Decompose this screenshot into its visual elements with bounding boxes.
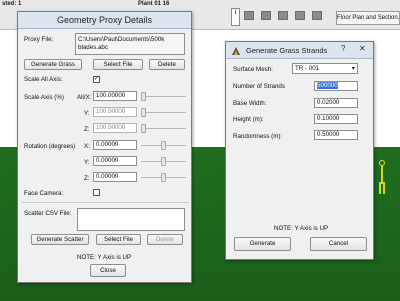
toolbar-plant-text: Plant 01 16 — [138, 1, 170, 7]
dialog-title: Generate Grass Strands — [226, 42, 373, 59]
cancel-button[interactable]: Cancel — [310, 237, 367, 251]
scale-z-slider[interactable] — [141, 124, 146, 133]
height-input[interactable]: 0.10000 — [314, 114, 358, 124]
randomness-input[interactable]: 0.50000 — [314, 130, 358, 140]
scale-z-label: Z: — [84, 126, 90, 133]
info-icon[interactable]: i — [231, 8, 240, 26]
scale-x-slider[interactable] — [141, 92, 146, 101]
rotation-label: Rotation (degrees) — [24, 143, 76, 150]
generate-grass-button[interactable]: Generate Grass — [24, 59, 82, 70]
help-icon[interactable]: ? — [341, 44, 345, 53]
scale-y-slider[interactable] — [141, 108, 146, 117]
toolbar-icon-5[interactable] — [312, 11, 322, 20]
scatter-csv-label: Scatter CSV File: — [24, 210, 72, 217]
scale-y-label: Y: — [84, 110, 90, 117]
rotation-z-input[interactable]: 0.00000 — [93, 172, 137, 182]
close-icon[interactable]: ✕ — [359, 44, 366, 53]
strands-input[interactable]: 500000 — [314, 81, 358, 91]
toolbar-left-text: sted: 1 — [2, 1, 22, 7]
rot-x-label: X: — [84, 143, 90, 150]
delete-button[interactable]: Delete — [149, 59, 185, 70]
base-width-label: Base Width: — [233, 100, 267, 107]
grass-app-icon — [231, 46, 241, 55]
delete-scatter-button[interactable]: Delete — [147, 234, 183, 245]
scale-all-axis-checkbox[interactable]: ✓ — [93, 76, 100, 83]
scale-z-input[interactable]: 100.00000 — [93, 123, 137, 133]
surface-mesh-select[interactable]: TR - 001 ▾ — [292, 63, 358, 74]
scatter-csv-field[interactable] — [77, 208, 185, 231]
generate-scatter-button[interactable]: Generate Scatter — [31, 234, 89, 245]
scale-y-input[interactable]: 100.00000 — [93, 107, 137, 117]
dialog-title-text: Generate Grass Strands — [246, 46, 328, 55]
close-button[interactable]: Close — [90, 264, 126, 277]
human-figure-icon — [376, 160, 388, 194]
rotation-x-input[interactable]: 0.00000 — [93, 140, 137, 150]
scale-x-input[interactable]: 100.00000 — [93, 91, 137, 101]
face-camera-checkbox[interactable] — [93, 189, 100, 196]
randomness-label: Randomness (m): — [233, 133, 283, 140]
surface-mesh-value: TR - 001 — [295, 65, 320, 72]
rot-z-label: Z: — [84, 175, 90, 182]
floor-plan-button[interactable]: Floor Plan and Section... — [336, 11, 400, 25]
toolbar-icon-4[interactable] — [295, 11, 305, 20]
strands-label: Number of Strands — [233, 83, 285, 90]
chevron-down-icon: ▾ — [351, 65, 355, 72]
scale-all-axis-label: Scale All Axis: — [24, 76, 63, 83]
rotation-y-input[interactable]: 0.00000 — [93, 156, 137, 166]
dialog-title: Geometry Proxy Details — [18, 12, 191, 29]
grass-note: NOTE: Y Axis is UP — [274, 225, 329, 232]
select-file-button-2[interactable]: Select File — [96, 234, 141, 245]
scale-axis-label: Scale Axis (%) — [24, 94, 64, 101]
face-camera-label: Face Camera: — [24, 190, 64, 197]
select-file-button[interactable]: Select File — [93, 59, 143, 70]
geometry-proxy-dialog: Geometry Proxy Details Proxy File: C:\Us… — [17, 11, 192, 283]
scale-all-x-label: All/X: — [77, 94, 92, 101]
strands-value: 500000 — [317, 82, 338, 89]
generate-button[interactable]: Generate — [234, 237, 291, 251]
generate-grass-dialog: Generate Grass Strands ? ✕ Surface Mesh:… — [225, 41, 374, 260]
proxy-file-label: Proxy File: — [24, 36, 54, 43]
rotation-z-slider[interactable] — [161, 173, 166, 182]
surface-mesh-label: Surface Mesh: — [233, 66, 273, 73]
rot-y-label: Y: — [84, 159, 90, 166]
toolbar-icon-3[interactable] — [278, 11, 288, 20]
base-width-input[interactable]: 0.02000 — [314, 98, 358, 108]
rotation-x-slider[interactable] — [161, 141, 166, 150]
proxy-note: NOTE: Y Axis is UP — [77, 254, 132, 261]
height-label: Height (m): — [233, 116, 264, 123]
divider — [22, 202, 189, 203]
rotation-y-slider[interactable] — [161, 157, 166, 166]
toolbar-icon-2[interactable] — [261, 11, 271, 20]
toolbar-icon-1[interactable] — [244, 11, 254, 20]
proxy-file-field[interactable]: C:\Users\Paul\Documents\500k blades.abc — [75, 33, 185, 55]
